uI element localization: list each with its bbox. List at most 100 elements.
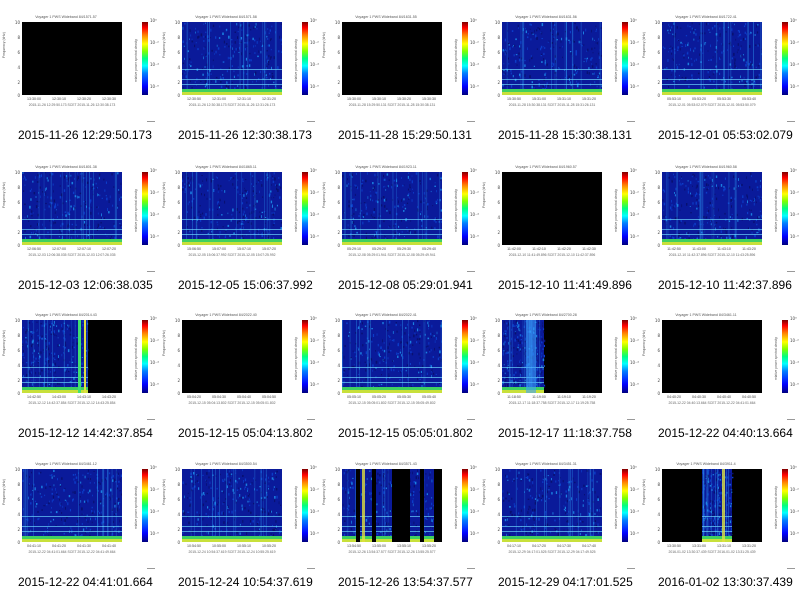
spectrogram-cell[interactable]: Voyager 1 PWS Wideband 84/1801.38 Frequen…: [0, 150, 160, 299]
spectrogram-line: [22, 219, 122, 220]
spectrogram-cell[interactable]: Voyager 1 PWS Wideband 84/3911.4 Frequenc…: [640, 447, 800, 596]
spectrogram-mark: [32, 352, 33, 354]
spectrogram-cell[interactable]: Voyager 1 PWS Wideband 84/1923.11 Frequen…: [320, 150, 480, 299]
spectrogram-cell[interactable]: Voyager 1 PWS Wideband 84/1960.58 Frequen…: [640, 150, 800, 299]
spectrogram-mark: [247, 509, 250, 512]
spectrogram-image[interactable]: [662, 22, 762, 95]
spectrogram-mark: [532, 481, 534, 484]
x-tick-label: 13:54:50: [347, 544, 361, 548]
spectrogram-cell[interactable]: Voyager 1 PWS Wideband 84/1865.11 Frequen…: [160, 150, 320, 299]
spectrogram-mark: [184, 57, 185, 60]
spectrogram-cell[interactable]: Voyager 1 PWS Wideband 84/1571.57 Frequen…: [0, 0, 160, 149]
y-tick-label: 0: [497, 243, 500, 248]
spectrogram-gap: [392, 469, 410, 542]
spectrogram-image[interactable]: [22, 22, 122, 95]
spectrogram-mark: [572, 477, 574, 480]
spectrogram-mark: [568, 39, 570, 41]
spectrogram-mark: [188, 186, 191, 189]
spectrogram-mark: [395, 323, 397, 327]
spectrogram-mark: [415, 476, 417, 480]
spectrogram-mark: [583, 31, 584, 35]
spectrogram-mark: [227, 86, 230, 89]
spectrogram-cell[interactable]: Voyager 1 PWS Wideband 84/3461.11 Frequen…: [640, 298, 800, 447]
spectrogram-mark: [561, 37, 563, 41]
spectrogram-mark: [268, 232, 270, 234]
spectrogram-mark: [425, 532, 426, 534]
spectrogram-cell[interactable]: Voyager 1 PWS Wideband 84/3571.43 Frequen…: [320, 447, 480, 596]
spectrogram-cell[interactable]: Voyager 1 PWS Wideband 84/3451.31 Frequen…: [480, 447, 640, 596]
spectrogram-mark: [44, 208, 46, 211]
spectrogram-mark: [237, 48, 239, 51]
spectrogram-mark: [520, 519, 522, 522]
spectrogram-image[interactable]: [502, 320, 602, 393]
spectrogram-cell[interactable]: Voyager 1 PWS Wideband 84/1631.55 Frequen…: [320, 0, 480, 149]
spectrogram-mark: [597, 495, 599, 499]
spectrogram-mark: [349, 496, 350, 499]
spectrogram-mark: [412, 491, 415, 493]
spectrogram-image[interactable]: [342, 320, 442, 393]
spectrogram-mark: [672, 33, 674, 36]
spectrogram-image[interactable]: [662, 172, 762, 245]
spectrogram-mark: [585, 485, 588, 487]
spectrogram-mark: [681, 45, 683, 47]
spectrogram-image[interactable]: [502, 172, 602, 245]
spectrogram-mark: [690, 181, 692, 184]
spectrogram-image[interactable]: [22, 320, 122, 393]
spectrogram-mark: [266, 35, 268, 38]
spectrogram-cell[interactable]: Voyager 1 PWS Wideband 84/2022.40 Frequen…: [160, 298, 320, 447]
spectrogram-mark: [35, 357, 37, 360]
spectrogram-image[interactable]: [342, 172, 442, 245]
y-tick-label: 6: [497, 200, 500, 205]
spectrogram-cell[interactable]: Voyager 1 PWS Wideband 84/1571.58 Frequen…: [160, 0, 320, 149]
spectrogram-image[interactable]: [182, 22, 282, 95]
spectrogram-cell[interactable]: Voyager 1 PWS Wideband 84/1960.57 Frequen…: [480, 150, 640, 299]
spectrogram-mark: [364, 361, 366, 363]
spectrogram-cell[interactable]: Voyager 1 PWS Wideband 84/1631.56 Frequen…: [480, 0, 640, 149]
spectrogram-mark: [554, 528, 556, 530]
spectrogram-image[interactable]: [182, 172, 282, 245]
spectrogram-image[interactable]: [22, 172, 122, 245]
spectrogram-image[interactable]: [662, 469, 762, 542]
spectrogram-mark: [754, 85, 756, 87]
spectrogram-cell[interactable]: Voyager 1 PWS Wideband 84/3500.54 Frequen…: [160, 447, 320, 596]
spectrogram-image[interactable]: [182, 469, 282, 542]
spectrogram-cell[interactable]: Voyager 1 PWS Wideband 84/2022.41 Frequen…: [320, 298, 480, 447]
spectrogram-mark: [99, 512, 101, 515]
spectrogram-mark: [242, 223, 245, 225]
spectrogram-mark: [249, 483, 252, 485]
spectrogram-image[interactable]: [502, 469, 602, 542]
spectrogram-cell[interactable]: Voyager 1 PWS Wideband 84/3461.12 Frequen…: [0, 447, 160, 596]
spectrogram-mark: [234, 87, 236, 90]
spectrogram-mark: [383, 205, 386, 208]
spectrogram-image[interactable]: [502, 22, 602, 95]
spectrogram-mark: [217, 213, 219, 216]
spectrogram-mark: [432, 527, 434, 529]
spectrogram-line: [182, 79, 282, 80]
spectrogram-mark: [352, 350, 354, 352]
spectrogram-image[interactable]: [22, 469, 122, 542]
spectrogram-mark: [67, 223, 69, 227]
spectrogram-image[interactable]: [662, 320, 762, 393]
spectrogram-cell[interactable]: Voyager 1 PWS Wideband 84/1722.41 Frequen…: [640, 0, 800, 149]
spectrogram-mark: [388, 335, 390, 337]
spectrogram-mark: [542, 490, 543, 492]
spectrogram-mark: [388, 226, 390, 228]
spectrogram-mark: [389, 211, 391, 215]
spectrogram-mark: [581, 470, 582, 473]
spectrogram-cell[interactable]: Voyager 1 PWS Wideband 84/2700.28 Frequen…: [480, 298, 640, 447]
spectrogram-image[interactable]: [182, 320, 282, 393]
spectrogram-image[interactable]: [342, 22, 442, 95]
spectrogram-mark: [56, 325, 58, 327]
spectrogram-mark: [438, 221, 440, 223]
spectrogram-mark: [703, 230, 705, 232]
spectrogram-mark: [405, 327, 407, 329]
spectrogram-mark: [404, 332, 406, 335]
spectrogram-mark: [247, 221, 249, 223]
spectrogram-mark: [382, 502, 385, 504]
spectrogram-image[interactable]: [342, 469, 442, 542]
spectrogram-mark: [518, 58, 521, 62]
spectrogram-mark: [433, 372, 435, 375]
spectrogram-cell[interactable]: Voyager 1 PWS Wideband 84/2014.43 Frequen…: [0, 298, 160, 447]
spectrogram-mark: [89, 489, 91, 493]
spectrogram-mark: [696, 184, 698, 188]
